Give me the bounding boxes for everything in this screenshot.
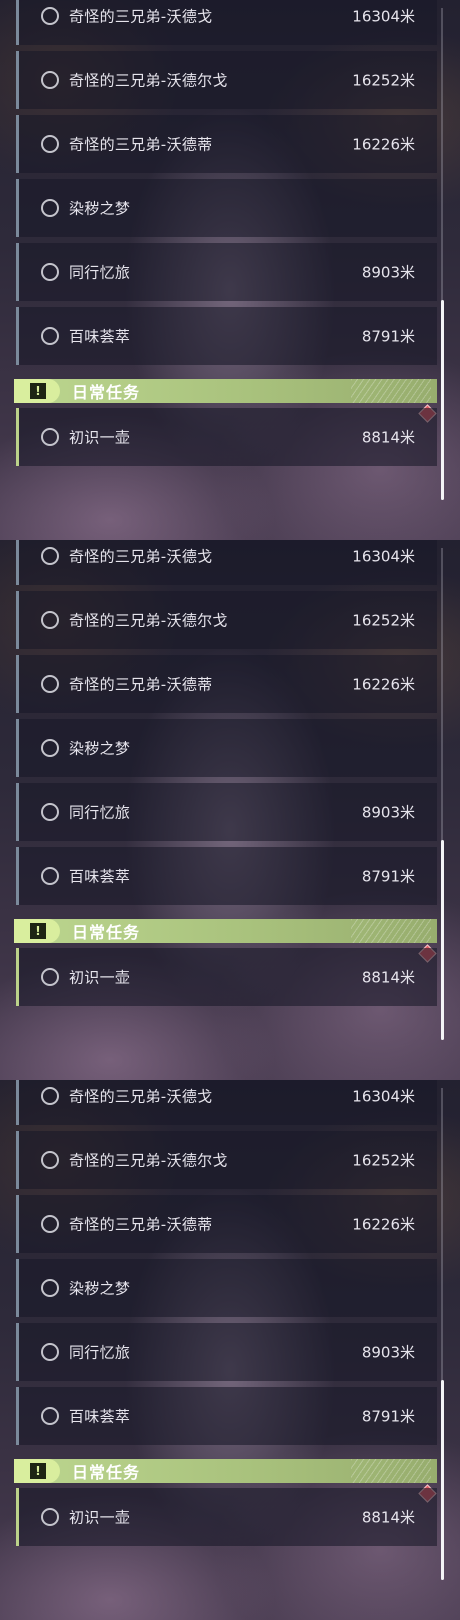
radio-circle-icon <box>41 1087 59 1105</box>
quest-name: 同行忆旅 <box>69 803 131 822</box>
radio-circle-icon <box>41 428 59 446</box>
quest-item[interactable]: 染秽之梦 <box>16 719 437 777</box>
quest-distance: 8814米 <box>361 428 415 447</box>
quest-item[interactable]: 染秽之梦 <box>16 1259 437 1317</box>
quest-item[interactable]: 奇怪的三兄弟-沃德戈 16304米 <box>16 0 437 45</box>
quest-distance: 16226米 <box>352 675 415 694</box>
quest-item[interactable]: 同行忆旅 8903米 <box>16 243 437 301</box>
radio-circle-icon <box>41 135 59 153</box>
quest-distance: 16252米 <box>352 71 415 90</box>
quest-name: 奇怪的三兄弟-沃德戈 <box>69 1087 213 1106</box>
radio-circle-icon <box>41 968 59 986</box>
quest-name: 同行忆旅 <box>69 1343 131 1362</box>
quest-item[interactable]: 奇怪的三兄弟-沃德戈 16304米 <box>16 540 437 585</box>
exclamation-icon: ! <box>30 383 46 399</box>
quest-panel: 奇怪的三兄弟-沃德戈 16304米 奇怪的三兄弟-沃德尔戈 16252米 奇怪的… <box>0 0 460 540</box>
daily-quest-item[interactable]: 初识一壶 8814米 <box>16 1488 437 1546</box>
radio-circle-icon <box>41 327 59 345</box>
daily-quest-header[interactable]: ! 日常任务 <box>14 919 437 943</box>
quest-name: 染秽之梦 <box>69 199 131 218</box>
quest-item[interactable]: 染秽之梦 <box>16 179 437 237</box>
exclamation-icon: ! <box>30 1463 46 1479</box>
scrollbar-thumb[interactable] <box>441 300 444 500</box>
quest-item[interactable]: 百味荟萃 8791米 <box>16 1387 437 1445</box>
scrollbar-thumb[interactable] <box>441 1380 444 1580</box>
quest-item[interactable]: 奇怪的三兄弟-沃德蒂 16226米 <box>16 1195 437 1253</box>
quest-panel: 奇怪的三兄弟-沃德戈 16304米 奇怪的三兄弟-沃德尔戈 16252米 奇怪的… <box>0 540 460 1080</box>
quest-name: 奇怪的三兄弟-沃德蒂 <box>69 135 213 154</box>
quest-item[interactable]: 奇怪的三兄弟-沃德戈 16304米 <box>16 1080 437 1125</box>
quest-item[interactable]: 奇怪的三兄弟-沃德蒂 16226米 <box>16 115 437 173</box>
section-title: 日常任务 <box>72 1463 141 1482</box>
quest-name: 百味荟萃 <box>69 1407 131 1426</box>
quest-item[interactable]: 奇怪的三兄弟-沃德蒂 16226米 <box>16 655 437 713</box>
quest-name: 染秽之梦 <box>69 739 131 758</box>
radio-circle-icon <box>41 1508 59 1526</box>
quest-distance: 8814米 <box>361 1508 415 1527</box>
quest-distance: 8903米 <box>361 1343 415 1362</box>
quest-item[interactable]: 同行忆旅 8903米 <box>16 783 437 841</box>
radio-circle-icon <box>41 867 59 885</box>
quest-name: 同行忆旅 <box>69 263 131 282</box>
radio-circle-icon <box>41 1151 59 1169</box>
daily-quest-item[interactable]: 初识一壶 8814米 <box>16 408 437 466</box>
section-title: 日常任务 <box>72 383 141 402</box>
quest-name: 奇怪的三兄弟-沃德戈 <box>69 547 213 566</box>
quest-name: 初识一壶 <box>69 968 131 987</box>
section-title: 日常任务 <box>72 923 141 942</box>
quest-distance: 16304米 <box>352 7 415 26</box>
radio-circle-icon <box>41 199 59 217</box>
radio-circle-icon <box>41 71 59 89</box>
quest-name: 奇怪的三兄弟-沃德戈 <box>69 7 213 26</box>
radio-circle-icon <box>41 7 59 25</box>
exclamation-icon: ! <box>30 923 46 939</box>
header-decoration <box>351 379 431 403</box>
quest-name: 奇怪的三兄弟-沃德尔戈 <box>69 1151 228 1170</box>
quest-distance: 16304米 <box>352 547 415 566</box>
quest-name: 百味荟萃 <box>69 327 131 346</box>
quest-distance: 8903米 <box>361 263 415 282</box>
daily-quest-header[interactable]: ! 日常任务 <box>14 379 437 403</box>
quest-name: 奇怪的三兄弟-沃德蒂 <box>69 675 213 694</box>
quest-name: 奇怪的三兄弟-沃德尔戈 <box>69 611 228 630</box>
quest-name: 初识一壶 <box>69 1508 131 1527</box>
daily-quest-header[interactable]: ! 日常任务 <box>14 1459 437 1483</box>
radio-circle-icon <box>41 611 59 629</box>
radio-circle-icon <box>41 1215 59 1233</box>
quest-name: 百味荟萃 <box>69 867 131 886</box>
header-decoration <box>351 919 431 943</box>
daily-quest-item[interactable]: 初识一壶 8814米 <box>16 948 437 1006</box>
radio-circle-icon <box>41 1279 59 1297</box>
quest-distance: 16252米 <box>352 1151 415 1170</box>
quest-item[interactable]: 百味荟萃 8791米 <box>16 847 437 905</box>
quest-distance: 16226米 <box>352 1215 415 1234</box>
radio-circle-icon <box>41 803 59 821</box>
quest-item[interactable]: 奇怪的三兄弟-沃德尔戈 16252米 <box>16 1131 437 1189</box>
radio-circle-icon <box>41 739 59 757</box>
quest-distance: 8791米 <box>361 327 415 346</box>
quest-distance: 16252米 <box>352 611 415 630</box>
quest-panel: 奇怪的三兄弟-沃德戈 16304米 奇怪的三兄弟-沃德尔戈 16252米 奇怪的… <box>0 1080 460 1620</box>
quest-name: 初识一壶 <box>69 428 131 447</box>
quest-distance: 8814米 <box>361 968 415 987</box>
quest-name: 奇怪的三兄弟-沃德蒂 <box>69 1215 213 1234</box>
radio-circle-icon <box>41 1343 59 1361</box>
header-decoration <box>351 1459 431 1483</box>
quest-item[interactable]: 奇怪的三兄弟-沃德尔戈 16252米 <box>16 591 437 649</box>
quest-name: 染秽之梦 <box>69 1279 131 1298</box>
radio-circle-icon <box>41 263 59 281</box>
quest-item[interactable]: 同行忆旅 8903米 <box>16 1323 437 1381</box>
quest-distance: 8791米 <box>361 1407 415 1426</box>
quest-item[interactable]: 百味荟萃 8791米 <box>16 307 437 365</box>
quest-item[interactable]: 奇怪的三兄弟-沃德尔戈 16252米 <box>16 51 437 109</box>
radio-circle-icon <box>41 1407 59 1425</box>
quest-distance: 16226米 <box>352 135 415 154</box>
scrollbar-thumb[interactable] <box>441 840 444 1040</box>
radio-circle-icon <box>41 547 59 565</box>
radio-circle-icon <box>41 675 59 693</box>
quest-distance: 16304米 <box>352 1087 415 1106</box>
quest-distance: 8903米 <box>361 803 415 822</box>
quest-name: 奇怪的三兄弟-沃德尔戈 <box>69 71 228 90</box>
quest-distance: 8791米 <box>361 867 415 886</box>
